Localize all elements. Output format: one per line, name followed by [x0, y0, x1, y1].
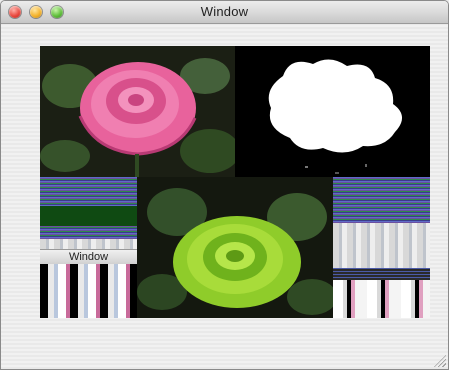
image-canvas: Window — [40, 46, 430, 318]
glitch-blue-strip-right — [333, 268, 430, 280]
glitch-mosaic-left — [40, 264, 137, 318]
pink-rose-image — [40, 46, 235, 177]
title-bar[interactable]: Window — [1, 1, 448, 24]
glitch-gray-block-right — [333, 223, 430, 268]
app-window: Window Window — [0, 0, 449, 370]
glitch-gray-strip — [40, 239, 137, 249]
glitch-green-band — [40, 206, 137, 226]
glitch-stripes-right — [333, 177, 430, 223]
white-mask-image — [235, 46, 430, 177]
window-title: Window — [200, 4, 249, 19]
green-rose-image — [137, 177, 333, 318]
resize-grip-icon[interactable] — [434, 355, 446, 367]
glitch-mosaic-right — [333, 280, 430, 318]
